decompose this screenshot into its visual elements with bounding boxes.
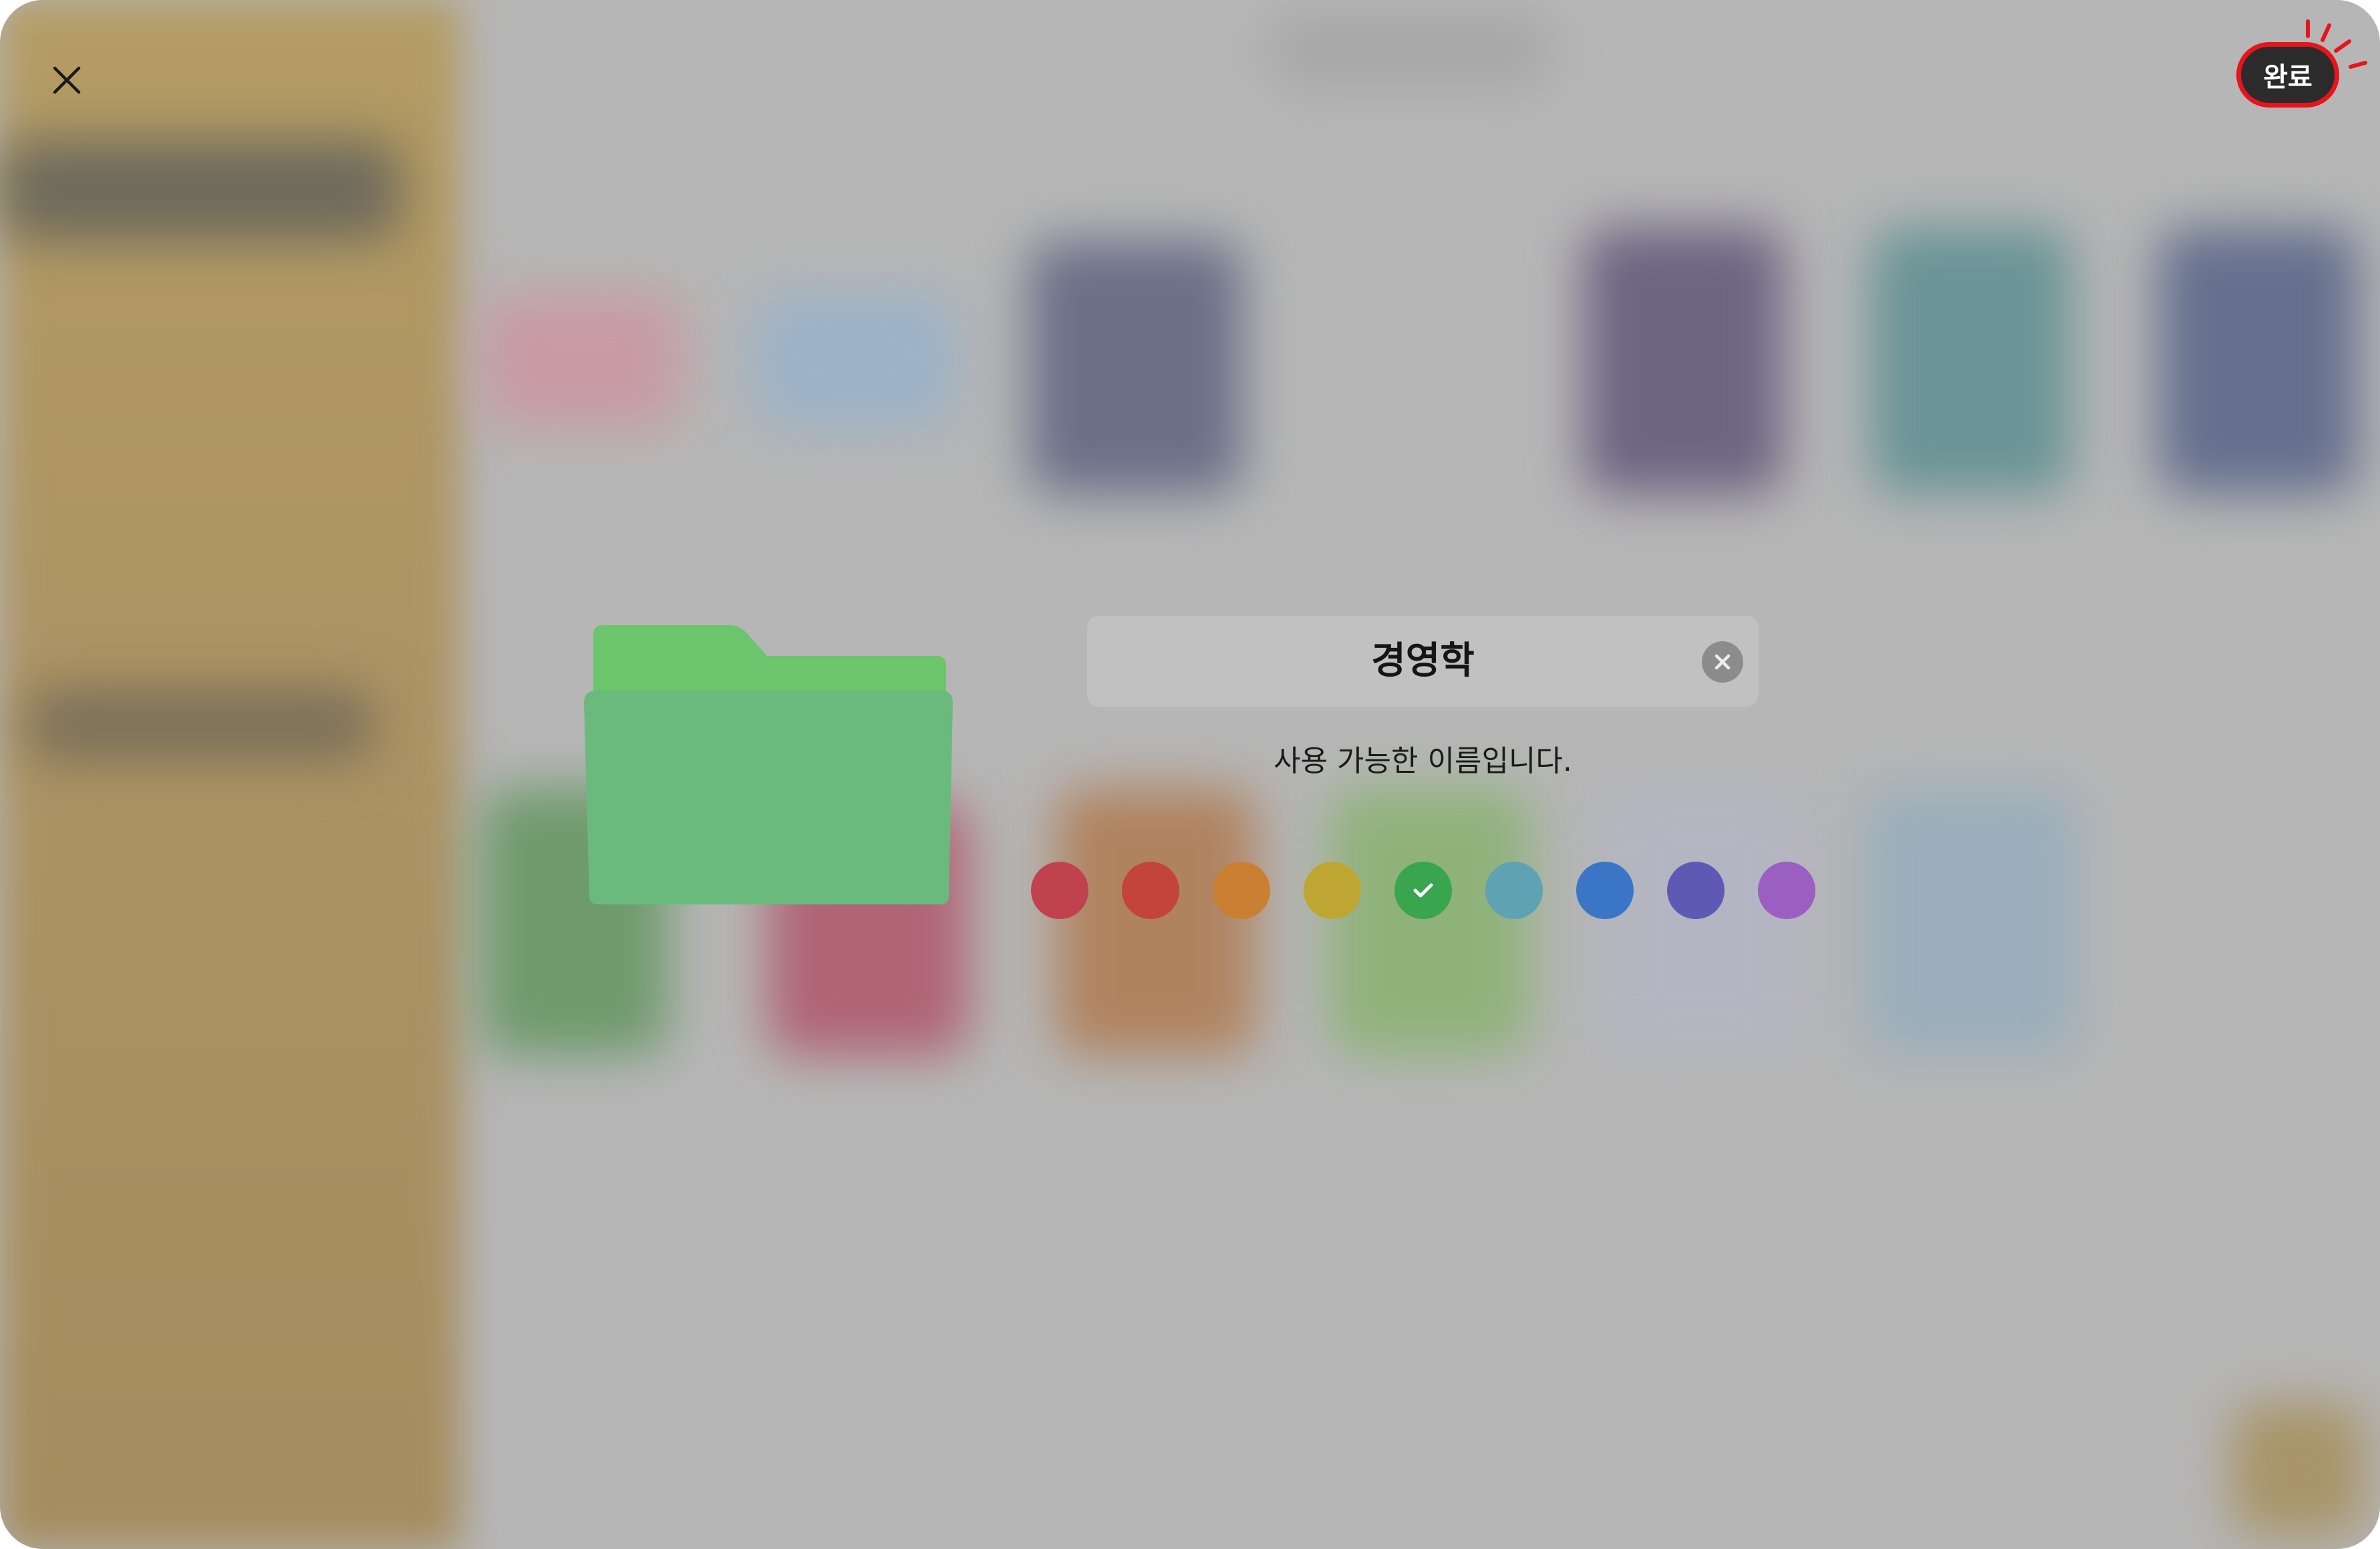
highlight-sparkle-icon: [2306, 19, 2367, 69]
color-swatch-blue[interactable]: [1576, 862, 1634, 919]
checkmark-icon: [1413, 883, 1433, 898]
name-availability-status: 사용 가능한 이름입니다.: [1274, 744, 1572, 778]
blurred-card: [2158, 227, 2359, 494]
blurred-card: [1871, 227, 2071, 494]
folder-edit-screen: 완료 경영학 사용 가능한 이름입니다.: [0, 0, 2380, 1549]
blurred-card: [1864, 788, 2078, 1055]
blurred-card: [1330, 788, 1530, 1055]
blurred-top-bar: [1270, 13, 1550, 87]
folder-icon: [584, 625, 953, 904]
blurred-sidebar-row: [27, 688, 374, 761]
close-button[interactable]: [40, 53, 94, 107]
color-swatch-red[interactable]: [1122, 862, 1179, 919]
blurred-card: [1584, 227, 1784, 494]
blurred-card: [1056, 788, 1256, 1055]
folder-name-field[interactable]: 경영학: [1087, 616, 1759, 707]
folder-name-value[interactable]: 경영학: [1087, 616, 1759, 707]
blurred-card: [1604, 788, 1804, 1055]
blurred-corner: [2232, 1403, 2365, 1536]
blurred-card: [755, 294, 955, 427]
color-swatch-green[interactable]: [1394, 862, 1452, 919]
blurred-card: [1029, 240, 1243, 494]
color-swatch-orange[interactable]: [1213, 862, 1270, 919]
color-swatch-indigo[interactable]: [1667, 862, 1725, 919]
color-picker: [1031, 862, 1816, 920]
color-swatch-purple[interactable]: [1758, 862, 1815, 919]
clear-circle-icon: [1715, 654, 1731, 670]
color-swatch-rose[interactable]: [1031, 862, 1088, 919]
blurred-card: [481, 294, 682, 427]
color-swatch-teal[interactable]: [1485, 862, 1543, 919]
close-icon: [53, 66, 81, 94]
blurred-sidebar-header: [0, 140, 401, 240]
clear-text-button[interactable]: [1702, 641, 1743, 683]
color-swatch-yellow[interactable]: [1304, 862, 1361, 919]
